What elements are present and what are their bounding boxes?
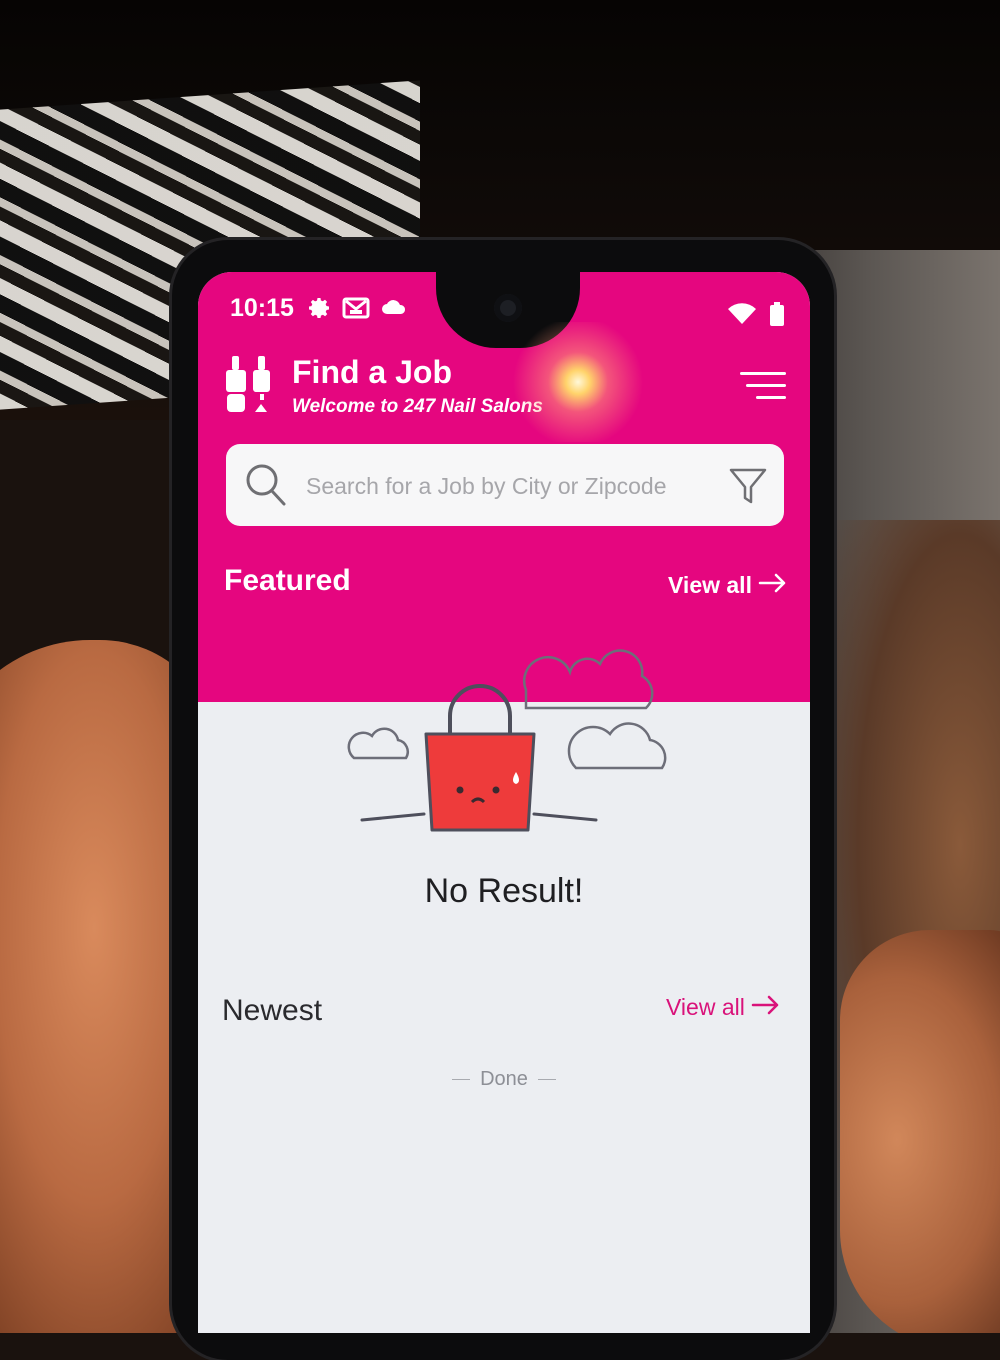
search-bar	[226, 444, 784, 526]
battery-icon	[770, 302, 784, 331]
page-title: Find a Job	[292, 354, 452, 390]
holding-fingers	[840, 930, 1000, 1333]
status-left-icons	[308, 296, 408, 325]
status-right-icons	[728, 302, 784, 331]
filter-icon[interactable]	[728, 466, 768, 511]
light-glare	[498, 322, 658, 442]
arrow-right-icon	[758, 572, 788, 599]
phone-screen: 10:15 Find a Job Welcome to 247 Nail Sal…	[198, 272, 810, 1333]
newest-title: Newest	[222, 994, 323, 1027]
featured-title: Featured	[224, 564, 351, 597]
gmail-icon	[342, 296, 370, 325]
nail-polish-logo-icon	[224, 356, 274, 414]
search-input[interactable]	[304, 462, 718, 510]
hamburger-menu-icon[interactable]	[738, 372, 786, 402]
gear-icon	[308, 296, 332, 325]
newest-view-all-link[interactable]: View all	[666, 994, 781, 1021]
done-label: Done	[480, 1068, 528, 1090]
arrow-right-icon	[751, 994, 781, 1021]
no-result-text: No Result!	[424, 872, 584, 910]
list-end-indicator: Done	[198, 1068, 810, 1091]
wifi-icon	[728, 303, 756, 330]
front-camera	[494, 294, 522, 322]
featured-view-all-link[interactable]: View all	[668, 572, 788, 599]
cloud-icon	[380, 296, 408, 325]
search-icon[interactable]	[244, 462, 288, 513]
featured-view-all-label: View all	[668, 572, 752, 598]
empty-state-illustration	[338, 642, 678, 842]
newest-view-all-label: View all	[666, 994, 745, 1020]
status-time: 10:15	[230, 294, 294, 322]
